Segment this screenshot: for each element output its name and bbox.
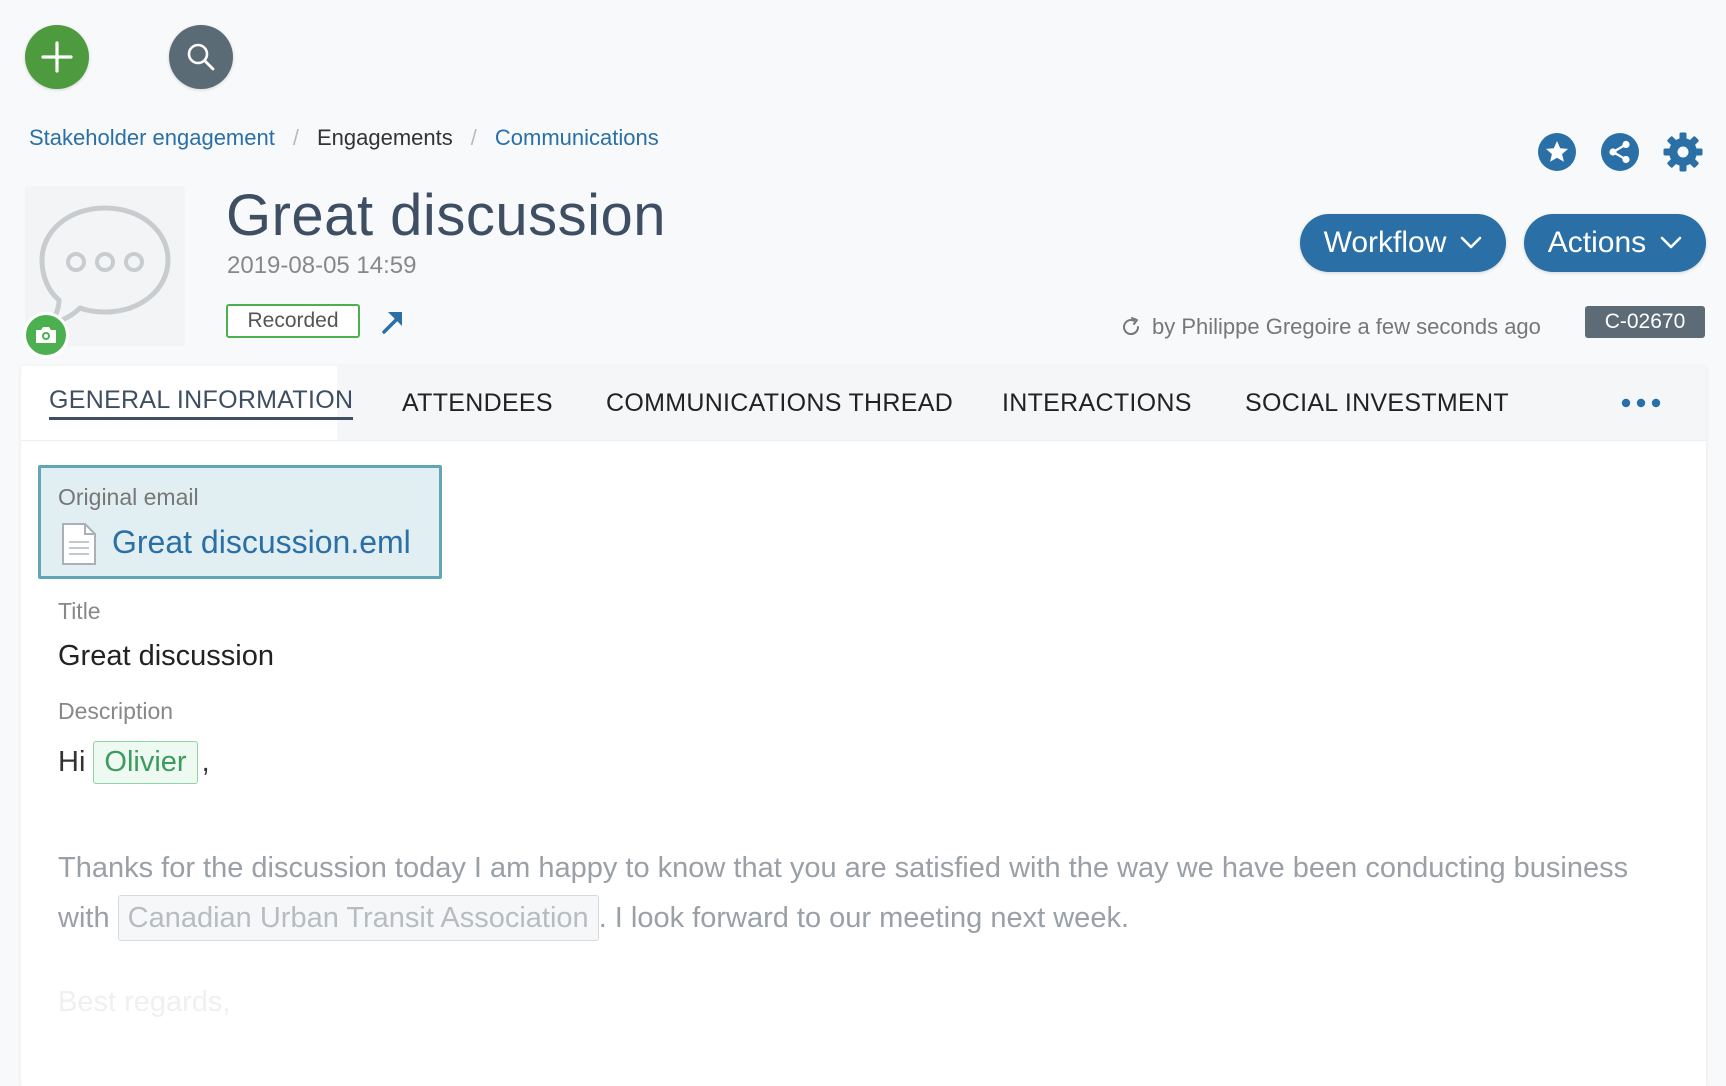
tab-communications-thread[interactable]: COMMUNICATIONS THREAD: [606, 366, 953, 440]
last-modified-text: by Philippe Gregoire a few seconds ago: [1152, 314, 1541, 339]
breadcrumb-separator: /: [292, 125, 299, 150]
organization-mention[interactable]: Canadian Urban Transit Association: [117, 895, 599, 941]
description-field-label: Description: [58, 698, 174, 724]
tab-attendees[interactable]: ATTENDEES: [402, 366, 553, 440]
tab-social-investment[interactable]: SOCIAL INVESTMENT: [1245, 366, 1509, 440]
description-greeting: Hi Olivier ,: [58, 741, 1678, 784]
status-badge: Recorded: [226, 304, 360, 338]
record-date: 2019-08-05 14:59: [227, 252, 417, 279]
document-icon: [62, 523, 96, 565]
search-button[interactable]: [169, 25, 233, 89]
breadcrumb: Stakeholder engagement / Engagements / C…: [29, 125, 659, 151]
add-button[interactable]: [25, 25, 89, 89]
open-link-button[interactable]: [378, 308, 406, 336]
person-mention[interactable]: Olivier: [93, 741, 198, 784]
greeting-text: Hi: [58, 746, 86, 778]
star-icon: [1538, 133, 1576, 171]
tab-bar: GENERAL INFORMATION ATTENDEES COMMUNICAT…: [21, 366, 1706, 441]
tab-general-information[interactable]: GENERAL INFORMATION: [21, 366, 354, 440]
share-icon: [1601, 133, 1639, 171]
external-link-icon: [382, 312, 402, 334]
description-paragraph: Thanks for the discussion today I am hap…: [58, 843, 1678, 943]
last-modified: by Philippe Gregoire a few seconds ago: [1120, 314, 1541, 340]
description-signoff: Best regards,: [58, 986, 231, 1018]
camera-icon: [36, 327, 56, 343]
actions-label: Actions: [1547, 226, 1647, 259]
more-tabs-button[interactable]: [1617, 388, 1665, 418]
gear-icon: [1663, 132, 1703, 172]
title-field-label: Title: [58, 598, 101, 624]
chevron-down-icon: [1660, 236, 1682, 249]
paragraph-text-after: . I look forward to our meeting next wee…: [598, 902, 1129, 934]
share-button[interactable]: [1598, 130, 1642, 174]
actions-button[interactable]: Actions: [1524, 214, 1706, 272]
original-email-card: Original email Great discussion.eml: [38, 465, 442, 579]
workflow-label: Workflow: [1323, 226, 1447, 259]
change-photo-button[interactable]: [23, 312, 69, 358]
chevron-down-icon: [1461, 236, 1482, 249]
settings-button[interactable]: [1661, 130, 1705, 174]
original-email-file-link[interactable]: Great discussion.eml: [112, 524, 411, 561]
breadcrumb-separator: /: [470, 125, 477, 150]
breadcrumb-communications[interactable]: Communications: [495, 125, 659, 151]
search-icon: [187, 43, 215, 71]
original-email-label: Original email: [58, 484, 199, 510]
greeting-punctuation: ,: [201, 746, 210, 778]
page-title: Great discussion: [226, 183, 666, 248]
more-dots-icon: [1621, 398, 1661, 408]
favorite-button[interactable]: [1535, 130, 1579, 174]
record-panel: GENERAL INFORMATION ATTENDEES COMMUNICAT…: [21, 366, 1706, 1086]
plus-icon: [41, 41, 73, 73]
breadcrumb-stakeholder-engagement[interactable]: Stakeholder engagement: [29, 125, 275, 151]
refresh-icon: [1123, 317, 1140, 336]
chat-bubble-icon: [39, 205, 171, 327]
record-id-badge: C-02670: [1585, 306, 1705, 338]
title-field-value: Great discussion: [58, 640, 274, 672]
breadcrumb-engagements[interactable]: Engagements: [317, 125, 453, 151]
description-body: Hi Olivier , Thanks for the discussion t…: [58, 741, 1678, 1018]
workflow-button[interactable]: Workflow: [1300, 214, 1506, 272]
tab-interactions[interactable]: INTERACTIONS: [1002, 366, 1192, 440]
